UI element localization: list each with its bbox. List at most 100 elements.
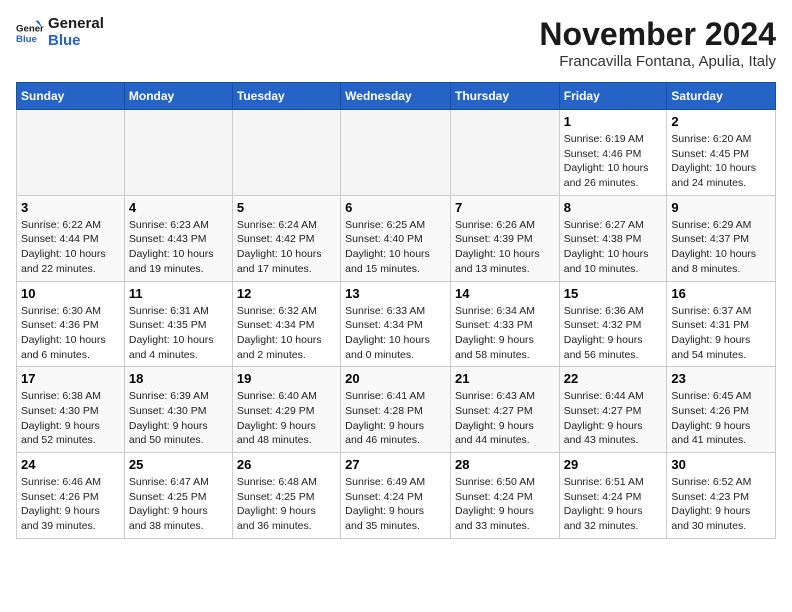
calendar-cell: 3Sunrise: 6:22 AM Sunset: 4:44 PM Daylig… xyxy=(17,195,125,281)
calendar: SundayMondayTuesdayWednesdayThursdayFrid… xyxy=(16,82,776,539)
day-number: 21 xyxy=(455,371,555,386)
calendar-cell: 9 Sunrise: 6:29 AM Sunset: 4:37 PM Daylig… xyxy=(667,195,776,281)
calendar-cell: 26 Sunrise: 6:48 AM Sunset: 4:25 PM Dayli… xyxy=(232,453,340,539)
calendar-cell: 27 Sunrise: 6:49 AM Sunset: 4:24 PM Dayli… xyxy=(341,453,451,539)
day-number: 13 xyxy=(345,286,446,301)
calendar-cell: 15 Sunrise: 6:36 AM Sunset: 4:32 PM Dayli… xyxy=(559,281,667,367)
day-info: Sunrise: 6:39 AM Sunset: 4:30 PM Dayligh… xyxy=(129,389,228,448)
calendar-week-0: 1Sunrise: 6:19 AM Sunset: 4:46 PM Daylig… xyxy=(17,110,776,196)
svg-text:Blue: Blue xyxy=(16,33,37,44)
header: General Blue General Blue November 2024 … xyxy=(16,16,776,70)
day-number: 30 xyxy=(671,457,771,472)
calendar-cell: 7Sunrise: 6:26 AM Sunset: 4:39 PM Daylig… xyxy=(450,195,559,281)
calendar-cell: 22Sunrise: 6:44 AM Sunset: 4:27 PM Dayli… xyxy=(559,367,667,453)
calendar-cell: 16 Sunrise: 6:37 AM Sunset: 4:31 PM Dayli… xyxy=(667,281,776,367)
day-info: Sunrise: 6:20 AM Sunset: 4:45 PM Dayligh… xyxy=(671,132,771,191)
day-info: Sunrise: 6:48 AM Sunset: 4:25 PM Dayligh… xyxy=(237,475,336,534)
day-number: 10 xyxy=(21,286,120,301)
day-number: 2 xyxy=(671,114,771,129)
calendar-cell: 2 Sunrise: 6:20 AM Sunset: 4:45 PM Daylig… xyxy=(667,110,776,196)
calendar-cell: 10 Sunrise: 6:30 AM Sunset: 4:36 PM Dayli… xyxy=(17,281,125,367)
day-number: 28 xyxy=(455,457,555,472)
calendar-week-2: 10 Sunrise: 6:30 AM Sunset: 4:36 PM Dayli… xyxy=(17,281,776,367)
day-info: Sunrise: 6:46 AM Sunset: 4:26 PM Dayligh… xyxy=(21,475,120,534)
day-info: Sunrise: 6:36 AM Sunset: 4:32 PM Dayligh… xyxy=(564,304,663,363)
day-info: Sunrise: 6:25 AM Sunset: 4:40 PM Dayligh… xyxy=(345,218,446,277)
calendar-cell: 24 Sunrise: 6:46 AM Sunset: 4:26 PM Dayli… xyxy=(17,453,125,539)
title-area: November 2024 Francavilla Fontana, Apuli… xyxy=(539,16,776,70)
day-info: Sunrise: 6:19 AM Sunset: 4:46 PM Dayligh… xyxy=(564,132,663,191)
month-title: November 2024 xyxy=(539,16,776,53)
day-number: 25 xyxy=(129,457,228,472)
day-info: Sunrise: 6:24 AM Sunset: 4:42 PM Dayligh… xyxy=(237,218,336,277)
calendar-cell xyxy=(232,110,340,196)
weekday-header-sunday: Sunday xyxy=(17,83,125,110)
calendar-cell: 18 Sunrise: 6:39 AM Sunset: 4:30 PM Dayli… xyxy=(124,367,232,453)
calendar-cell xyxy=(17,110,125,196)
day-info: Sunrise: 6:31 AM Sunset: 4:35 PM Dayligh… xyxy=(129,304,228,363)
calendar-cell: 8 Sunrise: 6:27 AM Sunset: 4:38 PM Daylig… xyxy=(559,195,667,281)
day-number: 12 xyxy=(237,286,336,301)
day-number: 9 xyxy=(671,200,771,215)
day-info: Sunrise: 6:41 AM Sunset: 4:28 PM Dayligh… xyxy=(345,389,446,448)
day-info: Sunrise: 6:29 AM Sunset: 4:37 PM Dayligh… xyxy=(671,218,771,277)
calendar-cell: 20 Sunrise: 6:41 AM Sunset: 4:28 PM Dayli… xyxy=(341,367,451,453)
calendar-cell: 11Sunrise: 6:31 AM Sunset: 4:35 PM Dayli… xyxy=(124,281,232,367)
day-number: 22 xyxy=(564,371,663,386)
weekday-header-thursday: Thursday xyxy=(450,83,559,110)
weekday-header-monday: Monday xyxy=(124,83,232,110)
day-number: 17 xyxy=(21,371,120,386)
day-info: Sunrise: 6:49 AM Sunset: 4:24 PM Dayligh… xyxy=(345,475,446,534)
day-number: 14 xyxy=(455,286,555,301)
logo-blue: Blue xyxy=(48,33,104,50)
day-info: Sunrise: 6:40 AM Sunset: 4:29 PM Dayligh… xyxy=(237,389,336,448)
calendar-cell: 30 Sunrise: 6:52 AM Sunset: 4:23 PM Dayli… xyxy=(667,453,776,539)
day-number: 16 xyxy=(671,286,771,301)
day-number: 29 xyxy=(564,457,663,472)
calendar-cell: 28Sunrise: 6:50 AM Sunset: 4:24 PM Dayli… xyxy=(450,453,559,539)
day-number: 27 xyxy=(345,457,446,472)
day-info: Sunrise: 6:51 AM Sunset: 4:24 PM Dayligh… xyxy=(564,475,663,534)
day-info: Sunrise: 6:52 AM Sunset: 4:23 PM Dayligh… xyxy=(671,475,771,534)
day-number: 15 xyxy=(564,286,663,301)
day-number: 23 xyxy=(671,371,771,386)
calendar-cell: 1Sunrise: 6:19 AM Sunset: 4:46 PM Daylig… xyxy=(559,110,667,196)
logo-icon: General Blue xyxy=(16,19,44,47)
calendar-cell: 5 Sunrise: 6:24 AM Sunset: 4:42 PM Daylig… xyxy=(232,195,340,281)
logo: General Blue General Blue xyxy=(16,16,104,49)
calendar-cell: 21 Sunrise: 6:43 AM Sunset: 4:27 PM Dayli… xyxy=(450,367,559,453)
calendar-cell: 13 Sunrise: 6:33 AM Sunset: 4:34 PM Dayli… xyxy=(341,281,451,367)
day-info: Sunrise: 6:27 AM Sunset: 4:38 PM Dayligh… xyxy=(564,218,663,277)
day-info: Sunrise: 6:47 AM Sunset: 4:25 PM Dayligh… xyxy=(129,475,228,534)
day-info: Sunrise: 6:43 AM Sunset: 4:27 PM Dayligh… xyxy=(455,389,555,448)
day-number: 19 xyxy=(237,371,336,386)
calendar-cell: 23 Sunrise: 6:45 AM Sunset: 4:26 PM Dayli… xyxy=(667,367,776,453)
calendar-week-1: 3Sunrise: 6:22 AM Sunset: 4:44 PM Daylig… xyxy=(17,195,776,281)
calendar-cell: 4Sunrise: 6:23 AM Sunset: 4:43 PM Daylig… xyxy=(124,195,232,281)
day-info: Sunrise: 6:37 AM Sunset: 4:31 PM Dayligh… xyxy=(671,304,771,363)
day-number: 8 xyxy=(564,200,663,215)
weekday-header: SundayMondayTuesdayWednesdayThursdayFrid… xyxy=(17,83,776,110)
day-info: Sunrise: 6:33 AM Sunset: 4:34 PM Dayligh… xyxy=(345,304,446,363)
calendar-cell: 14 Sunrise: 6:34 AM Sunset: 4:33 PM Dayli… xyxy=(450,281,559,367)
day-number: 24 xyxy=(21,457,120,472)
day-info: Sunrise: 6:32 AM Sunset: 4:34 PM Dayligh… xyxy=(237,304,336,363)
day-number: 6 xyxy=(345,200,446,215)
location-title: Francavilla Fontana, Apulia, Italy xyxy=(539,53,776,70)
day-number: 20 xyxy=(345,371,446,386)
day-info: Sunrise: 6:38 AM Sunset: 4:30 PM Dayligh… xyxy=(21,389,120,448)
day-info: Sunrise: 6:45 AM Sunset: 4:26 PM Dayligh… xyxy=(671,389,771,448)
day-number: 26 xyxy=(237,457,336,472)
day-info: Sunrise: 6:30 AM Sunset: 4:36 PM Dayligh… xyxy=(21,304,120,363)
logo-general: General xyxy=(48,16,104,33)
day-info: Sunrise: 6:22 AM Sunset: 4:44 PM Dayligh… xyxy=(21,218,120,277)
calendar-cell xyxy=(450,110,559,196)
day-number: 18 xyxy=(129,371,228,386)
day-number: 7 xyxy=(455,200,555,215)
calendar-cell xyxy=(341,110,451,196)
calendar-cell xyxy=(124,110,232,196)
calendar-week-3: 17 Sunrise: 6:38 AM Sunset: 4:30 PM Dayli… xyxy=(17,367,776,453)
calendar-cell: 25 Sunrise: 6:47 AM Sunset: 4:25 PM Dayli… xyxy=(124,453,232,539)
day-number: 5 xyxy=(237,200,336,215)
day-info: Sunrise: 6:34 AM Sunset: 4:33 PM Dayligh… xyxy=(455,304,555,363)
